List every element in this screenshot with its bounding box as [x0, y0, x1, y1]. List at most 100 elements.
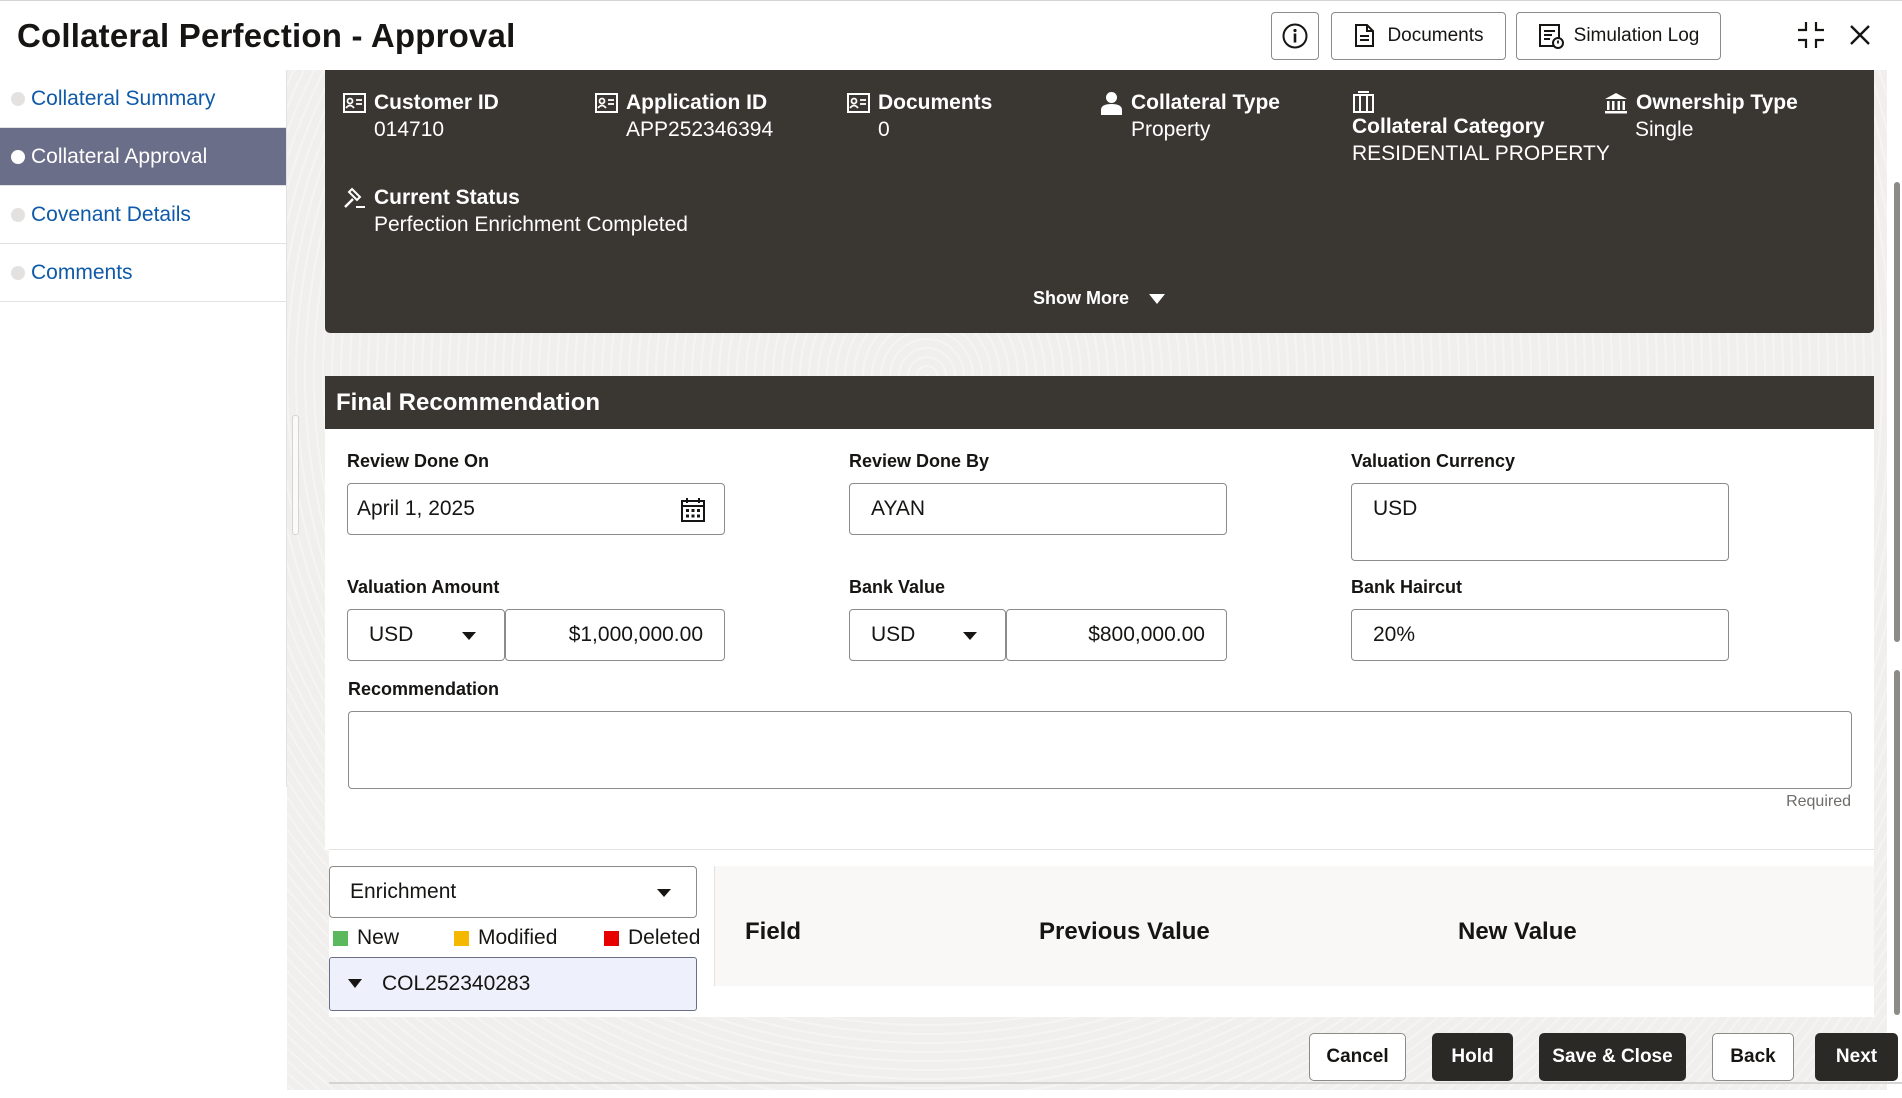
nav-item-covenant-details[interactable]: Covenant Details: [0, 186, 286, 244]
upper-scrollbar[interactable]: [1892, 72, 1902, 642]
nav-item-collateral-approval[interactable]: Collateral Approval: [0, 128, 286, 186]
info-button[interactable]: [1271, 12, 1319, 60]
save-close-button[interactable]: Save & Close: [1539, 1033, 1686, 1081]
nav-item-label: Collateral Summary: [31, 86, 216, 110]
calendar-icon[interactable]: [680, 497, 706, 523]
enrichment-tree-panel: Enrichment New Modified Deleted COL25234…: [329, 866, 714, 1016]
cancel-button[interactable]: Cancel: [1309, 1033, 1406, 1081]
legend-new: New: [333, 926, 454, 950]
legend-modified: Modified: [454, 926, 604, 950]
minimize-button[interactable]: [1793, 17, 1829, 53]
log-icon: [1538, 24, 1564, 49]
valuation-currency-input[interactable]: USD: [1351, 483, 1729, 561]
valuation-amount-value: $1,000,000.00: [568, 623, 703, 646]
valuation-currency-value: USD: [1373, 497, 1418, 520]
review-done-by-input[interactable]: AYAN: [849, 483, 1227, 535]
hold-button[interactable]: Hold: [1432, 1033, 1513, 1081]
bank-haircut-input[interactable]: 20%: [1351, 609, 1729, 661]
documents-button-label: Documents: [1387, 25, 1484, 46]
valuation-amount-input[interactable]: $1,000,000.00: [505, 609, 725, 661]
gavel-icon: [344, 187, 365, 208]
bank-value-value: $800,000.00: [1088, 623, 1205, 646]
legend-label: New: [357, 926, 400, 949]
documents-value: 0: [878, 118, 890, 141]
column-header-new-value: New Value: [1458, 918, 1577, 945]
nav-item-label: Comments: [31, 260, 133, 284]
id-card-icon: [595, 93, 618, 113]
customer-id-label: Customer ID: [374, 91, 499, 114]
id-card-icon: [343, 93, 366, 113]
close-button[interactable]: [1842, 17, 1878, 53]
enrichment-select[interactable]: Enrichment: [329, 866, 697, 918]
step-dot-icon: [11, 92, 25, 106]
collateral-type-info: Collateral Type Property: [1100, 91, 1280, 142]
ownership-type-info: Ownership Type Single: [1604, 91, 1798, 142]
ownership-type-label: Ownership Type: [1636, 91, 1798, 114]
current-status-value: Perfection Enrichment Completed: [374, 213, 688, 236]
lower-scrollbar[interactable]: [1892, 670, 1902, 1030]
footer-divider: [329, 1082, 1902, 1084]
application-id-info: Application ID APP252346394: [595, 91, 773, 142]
enrichment-changes-table: Field Previous Value New Value: [714, 866, 1874, 986]
bank-value-currency-select[interactable]: USD: [849, 609, 1006, 661]
enrichment-panel: Enrichment New Modified Deleted COL25234…: [329, 849, 1874, 1017]
valuation-amount-currency-select[interactable]: USD: [347, 609, 505, 661]
next-button[interactable]: Next: [1815, 1033, 1898, 1081]
legend-swatch-deleted: [604, 930, 619, 946]
page-title: Collateral Perfection - Approval: [17, 17, 516, 54]
show-more-label: Show More: [1033, 288, 1130, 308]
id-card-icon: [847, 93, 870, 113]
current-status-info: Current Status Perfection Enrichment Com…: [343, 186, 688, 237]
show-more-toggle[interactable]: Show More: [1033, 288, 1166, 309]
collateral-type-label: Collateral Type: [1131, 91, 1280, 114]
documents-label: Documents: [878, 91, 993, 114]
nav-item-comments[interactable]: Comments: [0, 244, 286, 302]
simulation-log-button-label: Simulation Log: [1573, 25, 1700, 46]
legend-swatch-modified: [454, 930, 469, 946]
simulation-log-button[interactable]: Simulation Log: [1516, 12, 1721, 60]
collapse-icon: [1798, 22, 1824, 48]
column-header-previous-value: Previous Value: [1039, 918, 1210, 945]
enrichment-select-value: Enrichment: [350, 880, 457, 903]
document-icon: [1355, 24, 1375, 47]
caret-down-icon: [1149, 293, 1166, 304]
step-dot-icon: [11, 150, 25, 164]
legend-swatch-new: [333, 930, 348, 946]
page-header: Collateral Perfection - Approval Documen…: [0, 0, 1902, 70]
recommendation-textarea[interactable]: [348, 711, 1852, 789]
bank-value-input[interactable]: $800,000.00: [1006, 609, 1227, 661]
collateral-category-value: RESIDENTIAL PROPERTY: [1352, 142, 1610, 165]
step-dot-icon: [11, 266, 25, 280]
review-done-by-value: AYAN: [871, 497, 926, 520]
documents-button[interactable]: Documents: [1331, 12, 1506, 60]
left-nav: Collateral Summary Collateral Approval C…: [0, 70, 287, 787]
review-done-on-input[interactable]: April 1, 2025: [347, 483, 725, 535]
change-legend: New Modified Deleted: [333, 923, 703, 953]
back-button[interactable]: Back: [1712, 1033, 1794, 1081]
upper-scrollbar-thumb[interactable]: [1894, 182, 1900, 642]
nav-item-collateral-summary[interactable]: Collateral Summary: [0, 70, 286, 128]
collateral-type-value: Property: [1131, 118, 1211, 141]
tree-node-label: COL252340283: [382, 972, 531, 995]
ownership-type-value: Single: [1635, 118, 1694, 141]
valuation-amount-label: Valuation Amount: [347, 577, 500, 597]
step-dot-icon: [11, 208, 25, 222]
current-status-label: Current Status: [374, 186, 520, 209]
collateral-category-label: Collateral Category: [1352, 115, 1545, 138]
valuation-amount-currency-value: USD: [369, 623, 414, 646]
caret-down-icon: [657, 889, 671, 897]
caret-down-icon: [963, 632, 977, 640]
tree-node-collateral[interactable]: COL252340283: [329, 957, 697, 1011]
documents-info: Documents 0: [847, 91, 992, 142]
review-done-on-label: Review Done On: [347, 451, 490, 471]
review-done-on-value: April 1, 2025: [357, 497, 475, 520]
lower-scrollbar-thumb[interactable]: [1894, 670, 1900, 1015]
caret-down-icon[interactable]: [348, 979, 362, 988]
bank-value-currency-value: USD: [871, 623, 916, 646]
column-header-field: Field: [745, 918, 802, 945]
bank-haircut-label: Bank Haircut: [1351, 577, 1463, 597]
application-id-value: APP252346394: [626, 118, 774, 141]
panel-splitter[interactable]: [292, 415, 299, 535]
bank-haircut-value: 20%: [1373, 623, 1416, 646]
customer-id-value: 014710: [374, 118, 445, 141]
